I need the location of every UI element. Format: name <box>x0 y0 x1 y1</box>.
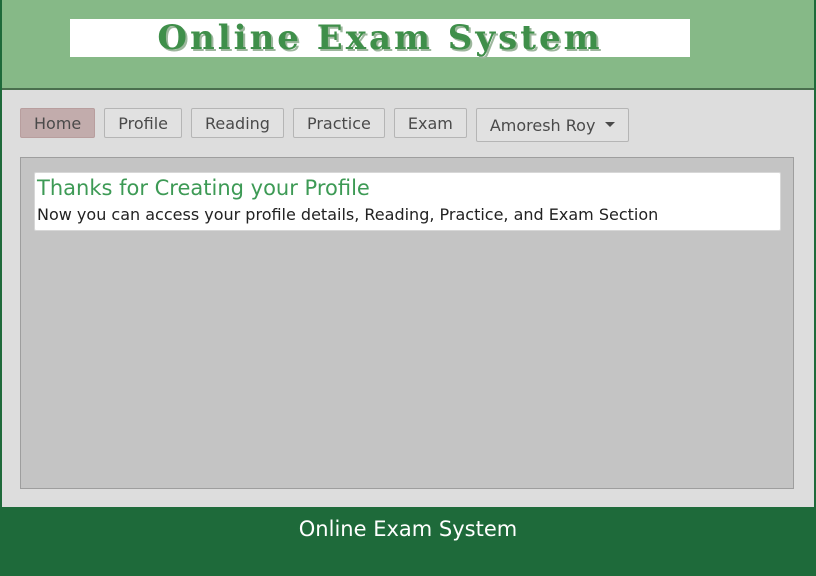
nav-practice-button[interactable]: Practice <box>292 108 385 138</box>
nav-reading-label: Reading <box>205 113 270 133</box>
nav-home-label: Home <box>34 113 82 133</box>
main-area: Home Profile Reading Practice Exam Amore… <box>2 90 814 507</box>
nav-bar: Home Profile Reading Practice Exam Amore… <box>20 108 630 142</box>
user-menu-label: Amoresh Roy <box>489 115 596 135</box>
nav-practice-label: Practice <box>306 113 371 133</box>
nav-exam-button[interactable]: Exam <box>393 108 467 138</box>
nav-profile-button[interactable]: Profile <box>104 108 182 138</box>
footer-text: Online Exam System <box>298 517 518 541</box>
site-header: Online Exam System <box>2 0 814 90</box>
site-footer: Online Exam System <box>2 507 814 572</box>
success-message: Thanks for Creating your Profile Now you… <box>34 172 781 231</box>
nav-profile-label: Profile <box>118 113 168 133</box>
nav-reading-button[interactable]: Reading <box>191 108 284 138</box>
caret-down-icon <box>605 121 616 127</box>
message-title: Thanks for Creating your Profile <box>37 176 370 200</box>
content-panel: Thanks for Creating your Profile Now you… <box>20 157 794 489</box>
user-menu-dropdown[interactable]: Amoresh Roy <box>475 108 630 142</box>
message-body: Now you can access your profile details,… <box>37 205 659 224</box>
logo-text: Online Exam System <box>157 18 603 58</box>
nav-home-button[interactable]: Home <box>20 108 96 138</box>
site-logo: Online Exam System <box>70 18 690 58</box>
nav-exam-label: Exam <box>407 113 453 133</box>
